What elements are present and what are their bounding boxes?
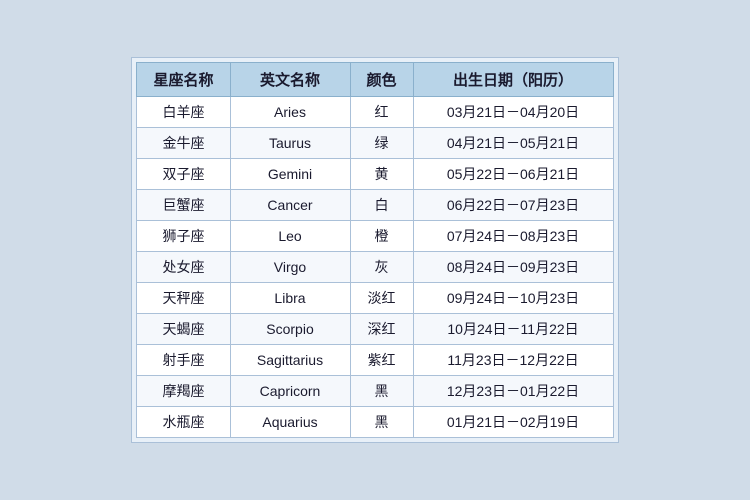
cell-color: 深红 bbox=[350, 314, 413, 345]
table-row: 摩羯座Capricorn黑12月23日－01月22日 bbox=[137, 376, 613, 407]
cell-english: Libra bbox=[230, 283, 350, 314]
cell-date: 11月23日－12月22日 bbox=[413, 345, 613, 376]
header-date: 出生日期（阳历） bbox=[413, 63, 613, 97]
cell-color: 黑 bbox=[350, 376, 413, 407]
cell-english: Virgo bbox=[230, 252, 350, 283]
cell-chinese: 射手座 bbox=[137, 345, 230, 376]
table-row: 处女座Virgo灰08月24日－09月23日 bbox=[137, 252, 613, 283]
cell-date: 08月24日－09月23日 bbox=[413, 252, 613, 283]
cell-english: Aries bbox=[230, 97, 350, 128]
cell-date: 03月21日－04月20日 bbox=[413, 97, 613, 128]
table-row: 水瓶座Aquarius黑01月21日－02月19日 bbox=[137, 407, 613, 438]
cell-english: Leo bbox=[230, 221, 350, 252]
zodiac-table: 星座名称 英文名称 颜色 出生日期（阳历） 白羊座Aries红03月21日－04… bbox=[136, 62, 613, 438]
header-color: 颜色 bbox=[350, 63, 413, 97]
cell-chinese: 白羊座 bbox=[137, 97, 230, 128]
cell-chinese: 狮子座 bbox=[137, 221, 230, 252]
header-english: 英文名称 bbox=[230, 63, 350, 97]
cell-color: 橙 bbox=[350, 221, 413, 252]
cell-chinese: 水瓶座 bbox=[137, 407, 230, 438]
cell-date: 12月23日－01月22日 bbox=[413, 376, 613, 407]
cell-chinese: 天秤座 bbox=[137, 283, 230, 314]
cell-date: 05月22日－06月21日 bbox=[413, 159, 613, 190]
cell-chinese: 摩羯座 bbox=[137, 376, 230, 407]
cell-english: Taurus bbox=[230, 128, 350, 159]
cell-color: 灰 bbox=[350, 252, 413, 283]
cell-date: 10月24日－11月22日 bbox=[413, 314, 613, 345]
cell-date: 06月22日－07月23日 bbox=[413, 190, 613, 221]
table-row: 白羊座Aries红03月21日－04月20日 bbox=[137, 97, 613, 128]
cell-english: Aquarius bbox=[230, 407, 350, 438]
cell-english: Capricorn bbox=[230, 376, 350, 407]
table-row: 金牛座Taurus绿04月21日－05月21日 bbox=[137, 128, 613, 159]
table-row: 狮子座Leo橙07月24日－08月23日 bbox=[137, 221, 613, 252]
cell-english: Gemini bbox=[230, 159, 350, 190]
cell-chinese: 金牛座 bbox=[137, 128, 230, 159]
cell-english: Scorpio bbox=[230, 314, 350, 345]
table-row: 天蝎座Scorpio深红10月24日－11月22日 bbox=[137, 314, 613, 345]
cell-english: Sagittarius bbox=[230, 345, 350, 376]
cell-chinese: 天蝎座 bbox=[137, 314, 230, 345]
cell-color: 白 bbox=[350, 190, 413, 221]
table-row: 巨蟹座Cancer白06月22日－07月23日 bbox=[137, 190, 613, 221]
table-row: 双子座Gemini黄05月22日－06月21日 bbox=[137, 159, 613, 190]
cell-color: 红 bbox=[350, 97, 413, 128]
table-row: 天秤座Libra淡红09月24日－10月23日 bbox=[137, 283, 613, 314]
cell-date: 07月24日－08月23日 bbox=[413, 221, 613, 252]
cell-color: 黑 bbox=[350, 407, 413, 438]
table-header-row: 星座名称 英文名称 颜色 出生日期（阳历） bbox=[137, 63, 613, 97]
cell-chinese: 处女座 bbox=[137, 252, 230, 283]
cell-chinese: 巨蟹座 bbox=[137, 190, 230, 221]
cell-color: 紫红 bbox=[350, 345, 413, 376]
cell-color: 黄 bbox=[350, 159, 413, 190]
cell-date: 04月21日－05月21日 bbox=[413, 128, 613, 159]
cell-color: 淡红 bbox=[350, 283, 413, 314]
zodiac-table-container: 星座名称 英文名称 颜色 出生日期（阳历） 白羊座Aries红03月21日－04… bbox=[131, 57, 618, 443]
table-row: 射手座Sagittarius紫红11月23日－12月22日 bbox=[137, 345, 613, 376]
cell-english: Cancer bbox=[230, 190, 350, 221]
cell-date: 01月21日－02月19日 bbox=[413, 407, 613, 438]
cell-color: 绿 bbox=[350, 128, 413, 159]
cell-date: 09月24日－10月23日 bbox=[413, 283, 613, 314]
header-chinese: 星座名称 bbox=[137, 63, 230, 97]
cell-chinese: 双子座 bbox=[137, 159, 230, 190]
